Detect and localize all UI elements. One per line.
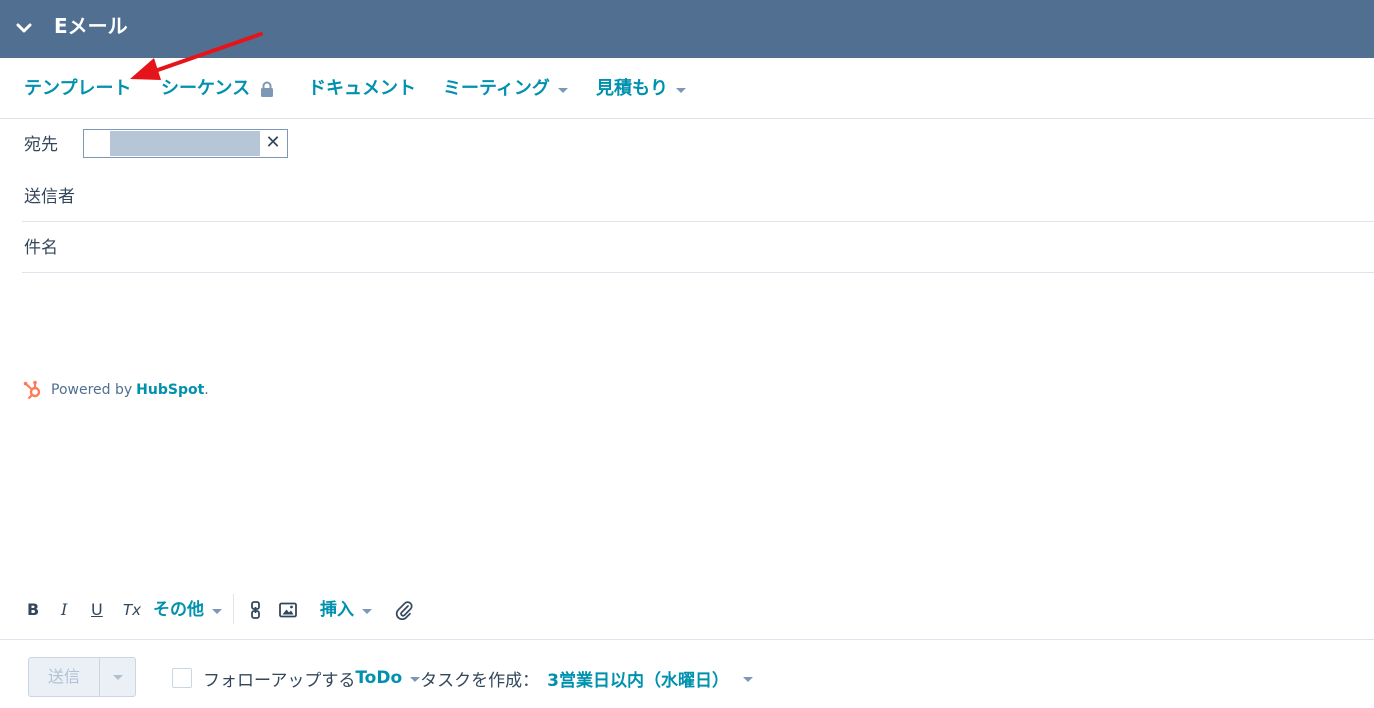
recipient-chip[interactable]: ✕ [83, 129, 288, 158]
caret-down-icon [742, 676, 753, 682]
powered-by-text: Powered by [51, 382, 133, 398]
to-label: 宛先 [24, 135, 58, 155]
underline-button[interactable]: U [91, 598, 103, 622]
divider [22, 221, 1374, 222]
caret-down-icon [557, 87, 568, 93]
documents-button[interactable]: ドキュメント [308, 77, 416, 101]
send-options-dropdown[interactable] [100, 658, 136, 696]
hubspot-sprocket-icon [23, 380, 41, 400]
insert-dropdown[interactable]: 挿入 [320, 598, 372, 622]
sequences-button[interactable]: シーケンス [161, 77, 274, 101]
bold-button[interactable]: B [27, 598, 39, 622]
link-icon[interactable] [248, 601, 264, 619]
templates-button[interactable]: テンプレート [24, 77, 131, 101]
powered-by-period: . [204, 382, 209, 398]
subject-label[interactable]: 件名 [24, 237, 58, 259]
clear-format-button[interactable]: Tx [123, 598, 141, 622]
send-button[interactable]: 送信 [29, 658, 100, 696]
attachment-icon[interactable] [395, 600, 413, 620]
divider [22, 272, 1374, 273]
task-type-dropdown[interactable]: ToDo [355, 668, 421, 688]
italic-button[interactable]: I [61, 598, 67, 622]
more-label: その他 [153, 600, 204, 620]
meetings-dropdown[interactable]: ミーティング [443, 77, 568, 101]
task-type-label: ToDo [355, 668, 403, 688]
redacted-recipient [110, 131, 260, 156]
send-button-group: 送信 [28, 657, 136, 697]
remove-recipient-icon[interactable]: ✕ [262, 132, 284, 154]
due-date-dropdown[interactable]: 3営業日以内（水曜日） [547, 666, 753, 691]
lock-icon [261, 81, 274, 97]
task-label: タスクを作成： [420, 670, 540, 691]
toolbar-separator [233, 594, 234, 624]
caret-down-icon [410, 676, 421, 682]
quotes-dropdown[interactable]: 見積もり [596, 77, 686, 101]
followup-checkbox[interactable] [172, 668, 192, 688]
caret-down-icon [113, 674, 123, 680]
followup-prefix: フォローアップする [203, 670, 356, 691]
quotes-label: 見積もり [596, 78, 668, 99]
email-panel-header: Eメール [0, 0, 1374, 58]
insert-label: 挿入 [320, 600, 354, 620]
followup-task-row: フォローアップする ToDo タスクを作成： 3営業日以内（水曜日） [172, 666, 753, 691]
due-date-label: 3営業日以内（水曜日） [547, 670, 729, 691]
chevron-down-icon[interactable] [14, 18, 34, 38]
sequences-label: シーケンス [161, 78, 251, 99]
caret-down-icon [212, 608, 222, 614]
caret-down-icon [362, 608, 372, 614]
panel-title: Eメール [54, 14, 128, 38]
caret-down-icon [676, 87, 686, 93]
powered-by-hubspot: Powered by HubSpot . [23, 380, 209, 400]
footer-divider [0, 639, 1374, 640]
image-icon[interactable] [279, 602, 297, 618]
more-dropdown[interactable]: その他 [153, 598, 222, 622]
hubspot-link[interactable]: HubSpot [136, 382, 204, 398]
formatting-toolbar: B I U Tx その他 挿入 [0, 590, 1374, 630]
email-toolbar: テンプレート シーケンス ドキュメント ミーティング 見積もり [0, 58, 1374, 119]
from-label: 送信者 [24, 187, 75, 207]
meetings-label: ミーティング [443, 78, 550, 99]
